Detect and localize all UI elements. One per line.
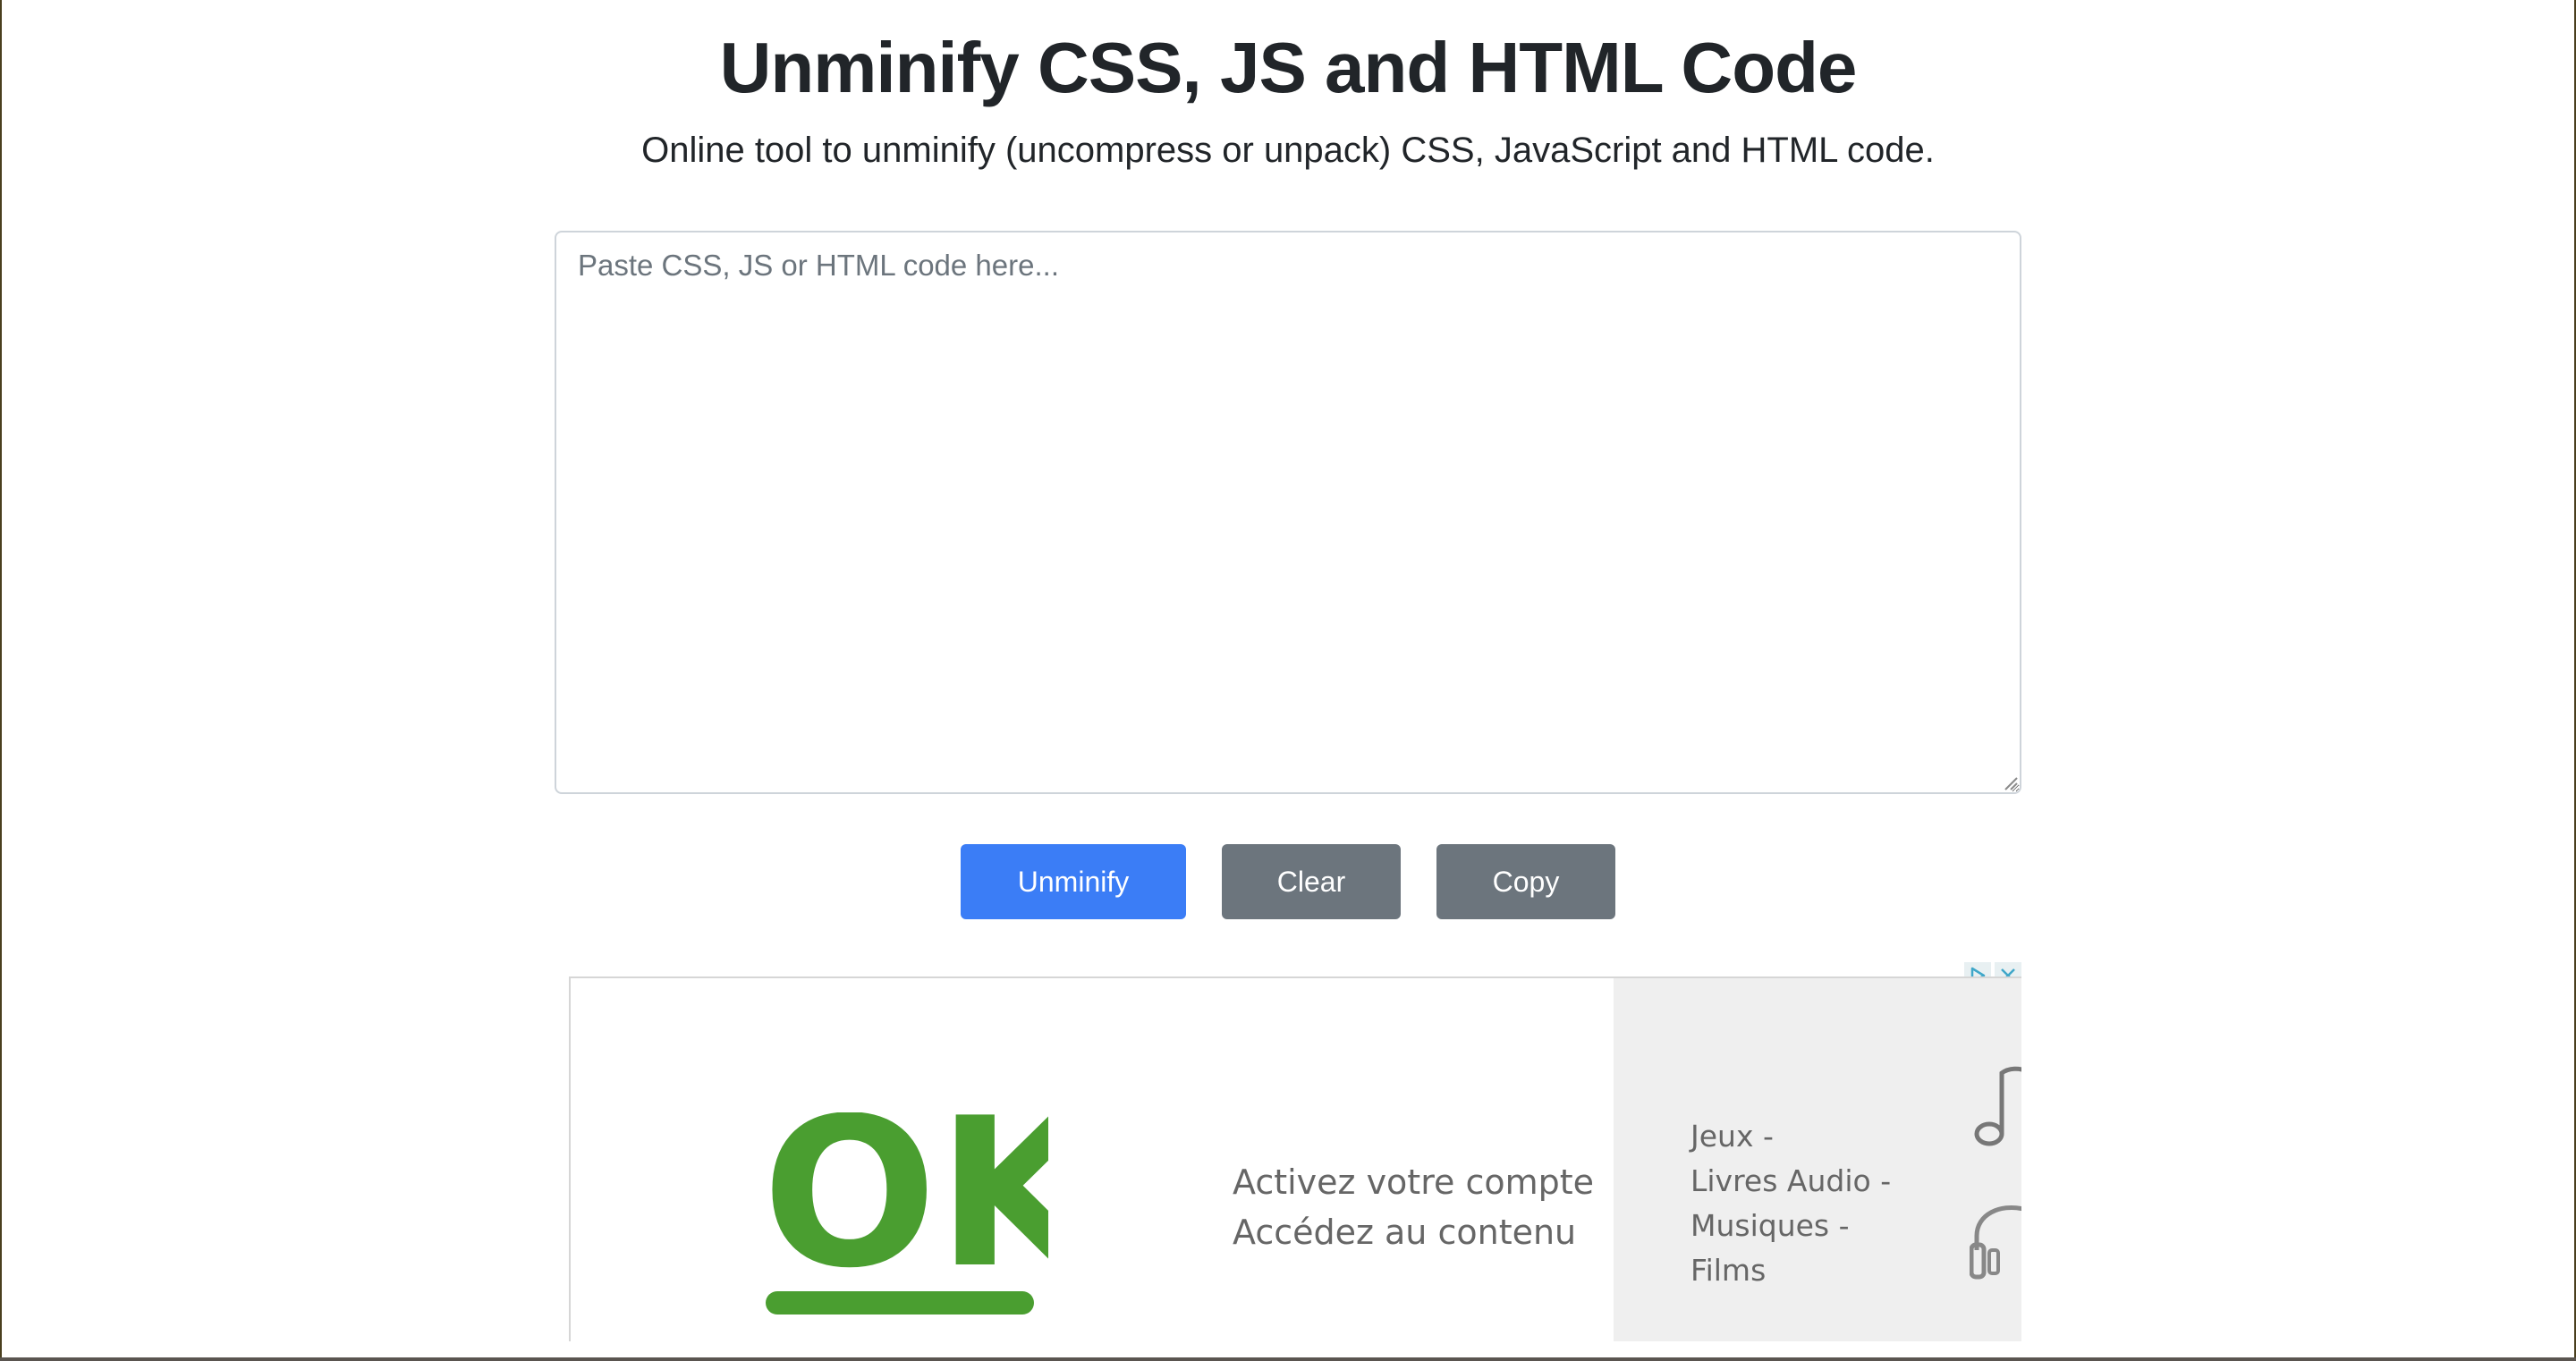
ad-line-1: Activez votre compte bbox=[1233, 1162, 1595, 1202]
resize-grip-icon[interactable] bbox=[2002, 774, 2018, 790]
ad-category: Films bbox=[1690, 1253, 1767, 1288]
ad-line-2: Accédez au contenu bbox=[1233, 1213, 1577, 1252]
ad-category: Livres Audio - bbox=[1690, 1163, 1892, 1198]
ok-logo: OK bbox=[762, 1112, 1048, 1315]
copy-button[interactable]: Copy bbox=[1436, 844, 1615, 919]
page-subtitle: Online tool to unminify (uncompress or u… bbox=[641, 131, 1935, 170]
page: Unminify CSS, JS and HTML Code Online to… bbox=[0, 0, 2576, 1361]
ad-message: Activez votre compte Accédez au contenu bbox=[1233, 1157, 1594, 1257]
ok-logo-text: OK bbox=[762, 1112, 1048, 1314]
ad-category: Musiques - bbox=[1690, 1208, 1850, 1243]
advertisement-banner[interactable]: OK Activez votre compte Accédez au conte… bbox=[569, 976, 2021, 1341]
window-edge-left bbox=[0, 0, 2, 1361]
ad-categories: Jeux - Livres Audio - Musiques - Films bbox=[1690, 1114, 1891, 1293]
ad-category: Jeux - bbox=[1690, 1119, 1774, 1154]
music-note-icon bbox=[1974, 1066, 2021, 1146]
page-title: Unminify CSS, JS and HTML Code bbox=[719, 28, 1858, 107]
headphones-icon bbox=[1970, 1205, 2021, 1280]
window-edge-bottom bbox=[0, 1357, 2576, 1361]
unminify-button[interactable]: Unminify bbox=[961, 844, 1186, 919]
code-input[interactable] bbox=[555, 231, 2021, 794]
clear-button[interactable]: Clear bbox=[1222, 844, 1401, 919]
